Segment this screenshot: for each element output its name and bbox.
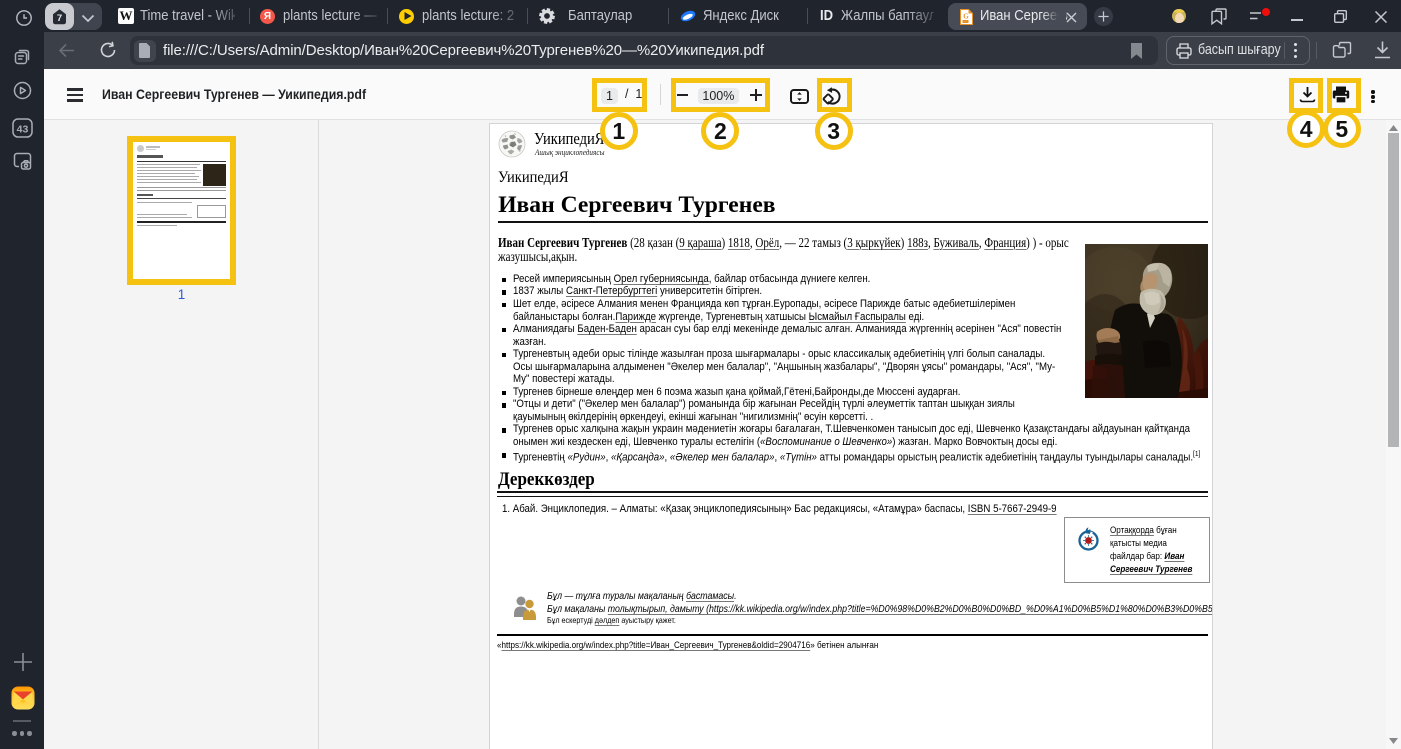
svg-text:7: 7 bbox=[57, 13, 62, 24]
svg-text:43: 43 bbox=[17, 124, 29, 136]
svg-text:W: W bbox=[509, 143, 513, 148]
svg-text:G: G bbox=[963, 12, 969, 20]
